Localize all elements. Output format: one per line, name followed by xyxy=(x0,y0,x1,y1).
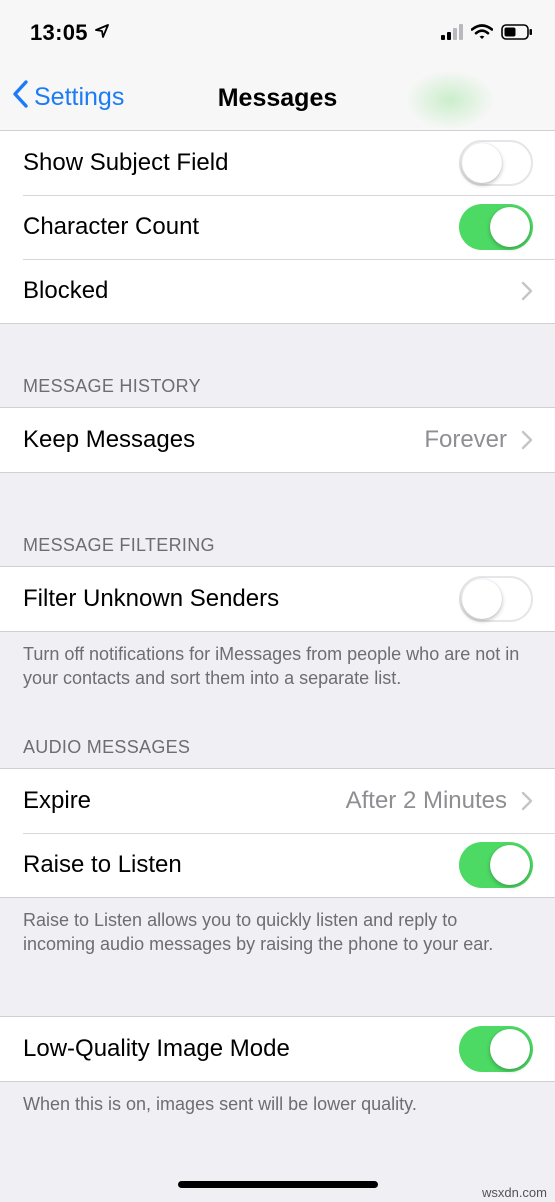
raise-to-listen-label: Raise to Listen xyxy=(23,851,182,878)
low-quality-footer: When this is on, images sent will be low… xyxy=(23,1094,417,1114)
page-title: Messages xyxy=(217,84,338,112)
location-arrow-icon xyxy=(95,24,109,43)
settings-list: Show Subject Field Character Count Block… xyxy=(0,131,555,1116)
filter-unknown-senders-row: Filter Unknown Senders xyxy=(0,567,555,631)
toggle-knob xyxy=(490,845,530,885)
message-history-header: MESSAGE HISTORY xyxy=(23,376,201,396)
status-bar: 13:05 xyxy=(0,0,555,70)
keep-messages-row[interactable]: Keep Messages Forever xyxy=(0,408,555,472)
chevron-right-icon xyxy=(521,281,533,301)
chevron-right-icon xyxy=(521,430,533,450)
toggle-knob xyxy=(490,207,530,247)
filter-unknown-senders-label: Filter Unknown Senders xyxy=(23,585,280,612)
blocked-row[interactable]: Blocked xyxy=(0,259,555,323)
chevron-right-icon xyxy=(521,791,533,811)
expire-label: Expire xyxy=(23,787,92,814)
character-count-toggle[interactable] xyxy=(459,204,533,250)
keep-messages-label: Keep Messages xyxy=(23,426,196,453)
low-quality-image-mode-toggle[interactable] xyxy=(459,1026,533,1072)
message-filtering-group: Filter Unknown Senders xyxy=(0,566,555,632)
audio-messages-footer: Raise to Listen allows you to quickly li… xyxy=(23,910,494,954)
expire-value: After 2 Minutes xyxy=(345,787,507,814)
show-subject-field-row: Show Subject Field xyxy=(0,131,555,195)
expire-row[interactable]: Expire After 2 Minutes xyxy=(0,769,555,833)
raise-to-listen-row: Raise to Listen xyxy=(0,833,555,897)
top-settings-group: Show Subject Field Character Count Block… xyxy=(0,131,555,324)
toggle-knob xyxy=(462,143,502,183)
navigation-bar: Settings Messages xyxy=(0,70,555,131)
battery-icon xyxy=(501,24,533,45)
status-time: 13:05 xyxy=(30,20,88,45)
blocked-label: Blocked xyxy=(23,277,109,304)
show-subject-field-toggle[interactable] xyxy=(459,140,533,186)
wifi-icon xyxy=(470,24,494,45)
filter-unknown-senders-toggle[interactable] xyxy=(459,576,533,622)
message-history-group: Keep Messages Forever xyxy=(0,407,555,473)
audio-messages-group: Expire After 2 Minutes Raise to Listen xyxy=(0,768,555,898)
keep-messages-value: Forever xyxy=(424,426,507,453)
raise-to-listen-toggle[interactable] xyxy=(459,842,533,888)
audio-messages-header: AUDIO MESSAGES xyxy=(23,737,191,757)
watermark: wsxdn.com xyxy=(481,1185,547,1200)
toggle-knob xyxy=(490,1029,530,1069)
cellular-signal-icon xyxy=(441,24,463,45)
character-count-label: Character Count xyxy=(23,213,200,240)
low-quality-group: Low-Quality Image Mode xyxy=(0,1016,555,1082)
show-subject-field-label: Show Subject Field xyxy=(23,149,229,176)
character-count-row: Character Count xyxy=(0,195,555,259)
low-quality-image-mode-label: Low-Quality Image Mode xyxy=(23,1035,290,1062)
home-indicator[interactable] xyxy=(178,1181,378,1188)
message-filtering-header: MESSAGE FILTERING xyxy=(23,535,215,555)
message-filtering-footer: Turn off notifications for iMessages fro… xyxy=(23,644,520,688)
low-quality-image-mode-row: Low-Quality Image Mode xyxy=(0,1017,555,1081)
toggle-knob xyxy=(462,579,502,619)
